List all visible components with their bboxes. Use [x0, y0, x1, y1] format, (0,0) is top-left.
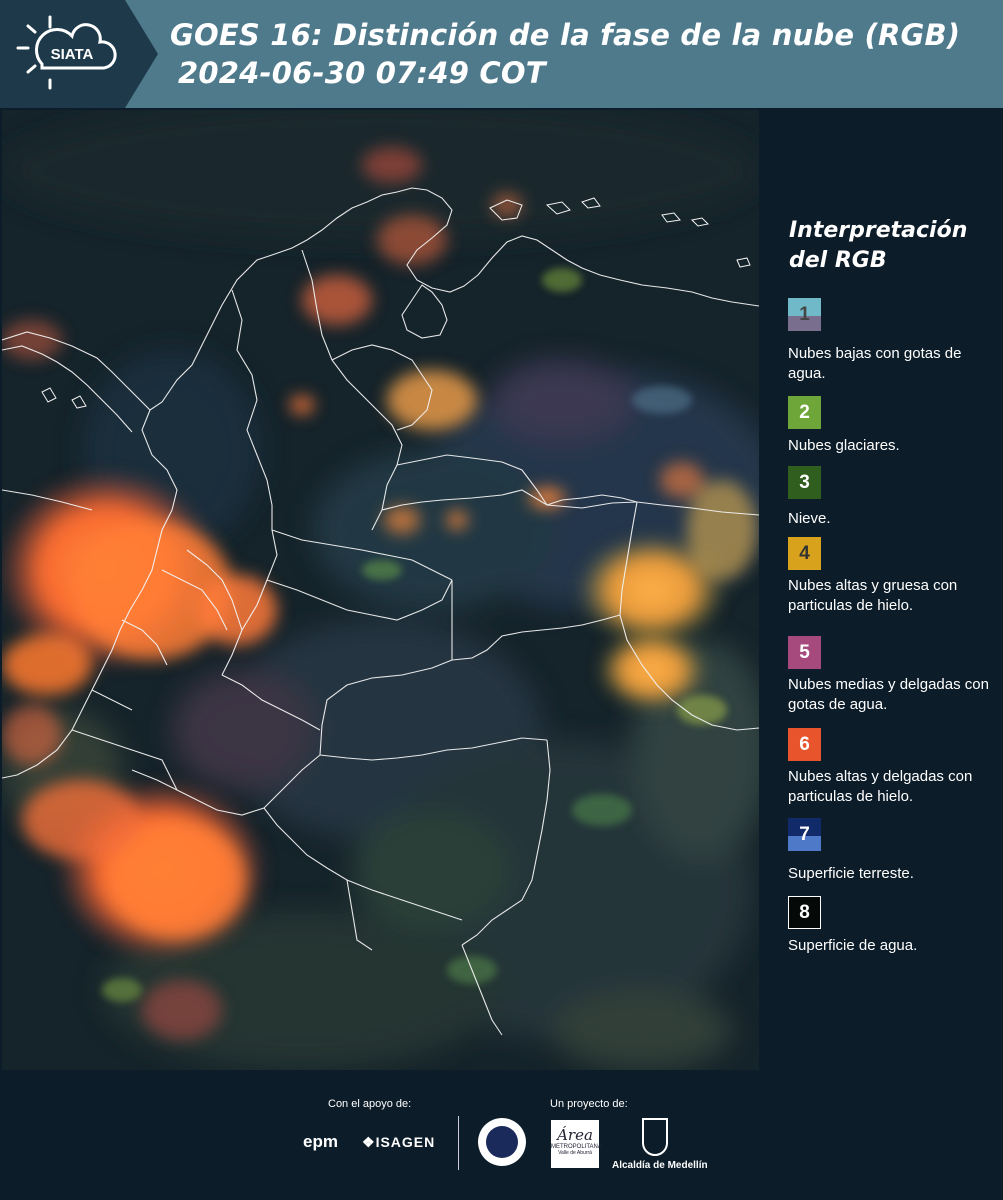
area-logo-text: Área — [557, 1126, 593, 1144]
footer-divider — [458, 1116, 459, 1170]
legend-title: Interpretación del RGB — [789, 218, 968, 273]
support-label: Con el apoyo de: — [328, 1098, 412, 1110]
legend-swatch-6: 6 — [788, 728, 821, 761]
legend-label-4: Nubes altas y gruesa con particulas de h… — [788, 577, 958, 614]
legend-swatch-1: 1 — [788, 298, 821, 331]
legend-swatch-number: 3 — [799, 471, 810, 493]
project-label: Un proyecto de: — [550, 1098, 628, 1110]
legend-swatch-number: 8 — [799, 901, 810, 923]
alcaldia-shield-icon — [642, 1118, 668, 1156]
legend-swatch-number: 6 — [799, 733, 810, 755]
legend-swatch-4: 4 — [788, 537, 821, 570]
legend-label-1: Nubes bajas con gotas de agua. — [788, 345, 962, 382]
legend-swatch-number: 5 — [799, 641, 810, 663]
legend-panel: Interpretación del RGB 1 Nubes bajas con … — [760, 110, 1003, 1070]
legend-swatch-5: 5 — [788, 636, 821, 669]
medellin-seal-logo — [478, 1118, 526, 1166]
page-title: GOES 16: Distinción de la fase de la nub… — [170, 16, 960, 92]
siata-logo-text: SIATA — [51, 46, 94, 63]
legend-label-6: Nubes altas y delgadas con particulas de… — [788, 768, 973, 805]
legend-swatch-7: 7 — [788, 818, 821, 851]
isagen-logo: ❖ISAGEN — [362, 1134, 435, 1151]
legend-label-2: Nubes glaciares. — [788, 437, 900, 454]
legend-label-7: Superficie terreste. — [788, 865, 914, 882]
legend-label-5: Nubes medias y delgadas con gotas de agu… — [788, 676, 989, 713]
legend-swatch-3: 3 — [788, 466, 821, 499]
satellite-map — [2, 110, 759, 1070]
legend-swatch-8: 8 — [788, 896, 821, 929]
area-logo-sub2: Valle de Aburrá — [558, 1150, 592, 1156]
legend-swatch-number: 2 — [799, 401, 810, 423]
title-line-1: GOES 16: Distinción de la fase de la nub… — [170, 18, 961, 52]
legend-label-8: Superficie de agua. — [788, 937, 918, 954]
legend-swatch-number: 7 — [799, 823, 810, 845]
isagen-text: ISAGEN — [375, 1134, 436, 1150]
legend-swatch-2: 2 — [788, 396, 821, 429]
legend-swatch-number: 4 — [799, 542, 810, 564]
siata-logo: SIATA — [0, 0, 160, 108]
title-line-2: 2024-06-30 07:49 COT — [178, 56, 546, 90]
header-bar: SIATA GOES 16: Distinción de la fase de … — [0, 0, 1003, 108]
legend-swatch-number: 1 — [799, 303, 810, 325]
area-metropolitana-logo: Área METROPOLITANA Valle de Aburrá — [551, 1120, 602, 1168]
alcaldia-label: Alcaldía de Medellín — [612, 1160, 708, 1171]
isagen-mark: ❖ — [362, 1134, 376, 1150]
legend-label-3: Nieve. — [788, 510, 831, 527]
footer: Con el apoyo de: Un proyecto de: epm ❖IS… — [0, 1070, 1003, 1200]
epm-logo: epm — [303, 1132, 338, 1151]
